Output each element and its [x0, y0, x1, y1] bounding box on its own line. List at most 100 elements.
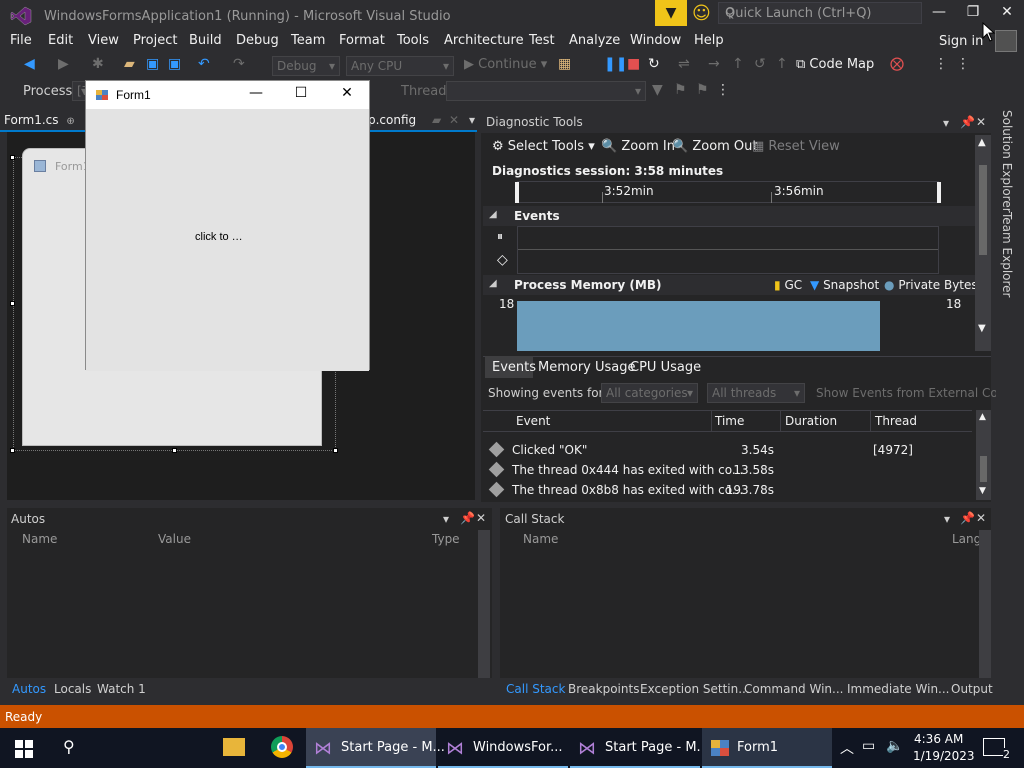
zoom-in-button[interactable]: 🔍 Zoom In: [601, 139, 675, 154]
menu-view[interactable]: View: [88, 33, 119, 48]
filter-icon[interactable]: ▼: [652, 82, 663, 98]
form-close-icon[interactable]: ✕: [333, 85, 361, 105]
panel-menu-icon[interactable]: ▾: [944, 512, 950, 526]
reset-view-button[interactable]: ▦ Reset View: [752, 139, 840, 154]
resize-handle[interactable]: [10, 155, 15, 160]
redo-icon[interactable]: ↷: [233, 56, 245, 72]
timeline-end-handle[interactable]: [937, 182, 941, 203]
diagnostic-scrollbar[interactable]: ▲ ▼: [975, 135, 991, 351]
events-timeline[interactable]: [517, 226, 939, 274]
menu-test[interactable]: Test: [529, 33, 555, 48]
call-stack-column-lang[interactable]: Lang: [952, 532, 981, 546]
panel-pin-icon[interactable]: 📌: [460, 511, 475, 525]
tab-app-config[interactable]: p.config ▰ ✕ ▾: [368, 113, 475, 127]
volume-icon[interactable]: 🔈: [886, 738, 903, 754]
tab-breakpoints[interactable]: Breakpoints: [568, 682, 639, 696]
windows-start-icon[interactable]: [15, 740, 33, 758]
file-explorer-icon[interactable]: [223, 738, 245, 756]
autos-column-value[interactable]: Value: [158, 532, 191, 546]
process-memory-chart[interactable]: [517, 297, 939, 351]
panel-close-icon[interactable]: ✕: [476, 511, 486, 525]
filter-threads-icon[interactable]: ⚑: [674, 82, 687, 98]
tab-immediate-window[interactable]: Immediate Win...: [847, 682, 950, 696]
tab-memory-usage[interactable]: Memory Usage: [538, 360, 636, 375]
open-file-icon[interactable]: ▰: [124, 56, 135, 72]
clock-date[interactable]: 1/19/2023: [913, 749, 975, 763]
table-row[interactable]: The thread 0x8b8 has exited with co... 1…: [483, 480, 972, 500]
collapse-icon[interactable]: ◢: [489, 209, 497, 220]
form-title-bar[interactable]: Form1 — ☐ ✕: [86, 81, 369, 109]
network-icon[interactable]: ▭: [862, 738, 875, 754]
pause-icon[interactable]: ❚❚: [604, 56, 627, 72]
events-scrollbar[interactable]: ▲ ▼: [976, 410, 991, 500]
running-form-window[interactable]: Form1 — ☐ ✕ click to …: [85, 80, 370, 371]
process-icon[interactable]: ▦: [558, 56, 571, 72]
panel-menu-icon[interactable]: ▾: [943, 116, 949, 130]
show-next-statement-icon[interactable]: ⇌: [678, 56, 690, 72]
feedback-flag-icon[interactable]: ▼: [655, 0, 687, 26]
save-icon[interactable]: ▣: [146, 56, 159, 72]
table-row[interactable]: The thread 0x444 has exited with co... 1…: [483, 460, 972, 480]
menu-build[interactable]: Build: [189, 33, 222, 48]
step-out-icon[interactable]: ↺: [754, 56, 766, 72]
thread-select[interactable]: [446, 81, 646, 101]
categories-select[interactable]: All categories: [601, 383, 698, 403]
forward-icon[interactable]: ▶: [58, 56, 69, 72]
tab-watch-1[interactable]: Watch 1: [97, 682, 146, 696]
form-label[interactable]: click to …: [195, 231, 243, 243]
new-project-icon[interactable]: ✱: [92, 56, 104, 72]
notification-center-icon[interactable]: 2: [983, 738, 1010, 761]
call-stack-scrollbar[interactable]: [979, 530, 991, 678]
table-row[interactable]: Clicked "OK" 3.54s [4972]: [483, 440, 972, 460]
process-toolbar-overflow-icon[interactable]: ⋮: [716, 82, 730, 98]
save-all-icon[interactable]: ▣: [168, 56, 181, 72]
sign-in-link[interactable]: Sign in: [939, 34, 983, 49]
timeline-start-handle[interactable]: [515, 182, 519, 203]
menu-format[interactable]: Format: [339, 33, 385, 48]
threads-select[interactable]: All threads: [707, 383, 805, 403]
menu-edit[interactable]: Edit: [48, 33, 73, 48]
menu-help[interactable]: Help: [694, 33, 724, 48]
tab-autos[interactable]: Autos: [12, 682, 46, 696]
menu-analyze[interactable]: Analyze: [569, 33, 620, 48]
tab-output[interactable]: Output: [951, 682, 993, 696]
menu-team[interactable]: Team: [291, 33, 325, 48]
panel-close-icon[interactable]: ✕: [976, 511, 986, 525]
tab-command-window[interactable]: Command Win...: [744, 682, 843, 696]
tab-call-stack[interactable]: Call Stack: [506, 682, 565, 696]
tab-pin-icon[interactable]: ▰: [432, 113, 441, 127]
menu-debug[interactable]: Debug: [236, 33, 279, 48]
form-maximize-icon[interactable]: ☐: [287, 85, 315, 105]
scroll-down-icon[interactable]: ▼: [979, 486, 986, 496]
close-icon[interactable]: ✕: [992, 4, 1022, 26]
taskbar-task-form1[interactable]: Form1: [702, 728, 832, 768]
scroll-up-icon[interactable]: ▲: [978, 137, 986, 148]
resize-handle[interactable]: [172, 448, 177, 453]
restart-icon[interactable]: ↻: [648, 56, 660, 72]
clock-time[interactable]: 4:36 AM: [914, 732, 963, 746]
menu-architecture[interactable]: Architecture: [444, 33, 524, 48]
toolbar-overflow-icon-2[interactable]: ⋮: [956, 56, 970, 72]
quick-launch-input[interactable]: Quick Launch (Ctrl+Q) ⚲: [718, 2, 922, 24]
scroll-thumb[interactable]: [979, 165, 987, 255]
menu-window[interactable]: Window: [630, 33, 681, 48]
panel-close-icon[interactable]: ✕: [976, 115, 986, 129]
form-minimize-icon[interactable]: —: [242, 85, 270, 105]
menu-tools[interactable]: Tools: [397, 33, 429, 48]
breakpoint-toggle-icon[interactable]: ⨂: [890, 56, 904, 72]
menu-file[interactable]: File: [10, 33, 32, 48]
panel-menu-icon[interactable]: ▾: [443, 512, 449, 526]
toolbar-overflow-icon[interactable]: ⋮: [934, 56, 948, 72]
panel-pin-icon[interactable]: 📌: [960, 115, 975, 129]
events-section-header[interactable]: ◢ Events: [483, 206, 975, 226]
flag-threads-icon[interactable]: ⚑: [696, 82, 709, 98]
taskbar-task-start-page-1[interactable]: ⋈ Start Page - M...: [306, 728, 445, 768]
tab-cpu-usage[interactable]: CPU Usage: [630, 360, 701, 375]
column-duration[interactable]: Duration: [785, 414, 837, 428]
tab-locals[interactable]: Locals: [54, 682, 91, 696]
tab-form1-design[interactable]: Form1.cs ⊕: [4, 113, 75, 127]
feedback-smiley-icon[interactable]: ☺: [692, 3, 714, 25]
tab-overflow-icon[interactable]: ▾: [469, 113, 475, 127]
undo-icon[interactable]: ↶: [198, 56, 210, 72]
pin-icon[interactable]: ⊕: [66, 116, 74, 127]
